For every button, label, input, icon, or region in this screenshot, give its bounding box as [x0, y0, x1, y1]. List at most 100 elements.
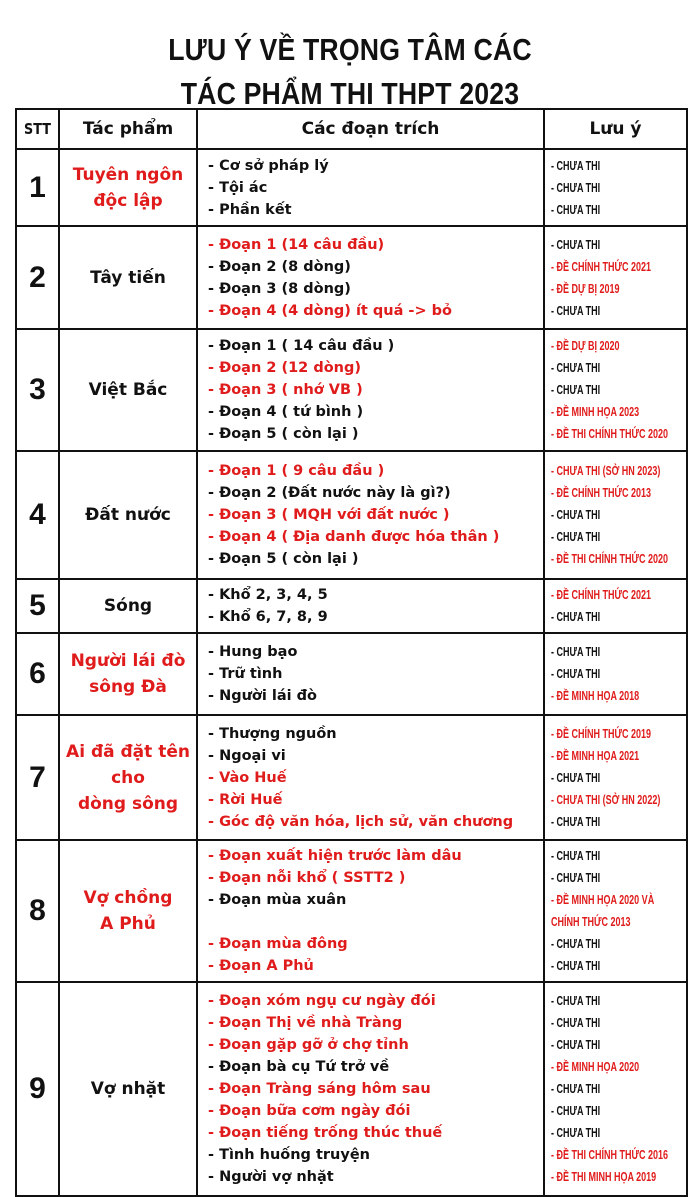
- excerpt-item: - Trữ tình: [208, 666, 283, 682]
- note-item: - ĐỀ CHÍNH THỨC 2019: [551, 726, 651, 741]
- excerpts-cell: - Cơ sở pháp lý - Tội ác - Phần kết: [196, 148, 545, 227]
- excerpt-item: - Thượng nguồn: [208, 725, 337, 742]
- notes-cell: - ĐỀ CHÍNH THỨC 2019 - ĐỀ MINH HỌA 2021 - …: [543, 714, 688, 841]
- notes-cell: - CHƯA THI (SỞ HN 2023) - ĐỀ CHÍNH THỨC 2…: [543, 450, 688, 580]
- excerpt-item: - Đoạn 5 ( còn lại ): [208, 551, 359, 567]
- table-row: 4 Đất nước - Đoạn 1 ( 9 câu đầu ) - Đoạn 2 …: [15, 450, 688, 580]
- note-item: - CHƯA THI: [551, 994, 601, 1008]
- work-title-line: Vợ chồng: [83, 888, 173, 908]
- excerpt-item: - Đoạn 2 (Đất nước này là gì?): [208, 485, 451, 501]
- note-item: - CHƯA THI: [551, 1038, 601, 1052]
- exam-focus-table: STT Tác phẩm Các đoạn trích Lưu ý 1 Tuyên…: [15, 108, 688, 1197]
- note-item: - ĐỀ THI MINH HỌA 2019: [551, 1170, 657, 1184]
- excerpts-cell: - Đoạn xóm ngụ cư ngày đói - Đoạn Thị về …: [196, 981, 545, 1197]
- excerpts-cell: - Đoạn xuất hiện trước làm dâu - Đoạn nỗi…: [196, 839, 545, 983]
- title-line-1: LƯU Ý VỀ TRỌNG TÂM CÁC: [168, 32, 532, 67]
- excerpt-item: - Khổ 6, 7, 8, 9: [208, 609, 328, 625]
- row-number: 5: [15, 578, 60, 634]
- note-item: - ĐỀ MINH HỌA 2023: [551, 405, 640, 419]
- work-title-line: sông Đà: [89, 677, 167, 697]
- excerpt-item: - Đoạn 5 ( còn lại ): [208, 426, 359, 442]
- excerpt-item: - Đoạn mùa xuân: [208, 892, 347, 908]
- note-item: - ĐỀ MINH HỌA 2018: [551, 689, 640, 703]
- row-number: 6: [15, 632, 60, 716]
- note-item: - ĐỀ CHÍNH THỨC 2021: [551, 259, 651, 274]
- note-item: - ĐỀ CHÍNH THỨC 2013: [551, 486, 651, 500]
- row-number: 7: [15, 714, 60, 841]
- note-item: - CHƯA THI: [551, 937, 601, 951]
- excerpt-item: - Đoạn nỗi khổ ( SSTT2 ): [208, 870, 406, 886]
- note-item: - CHƯA THI: [551, 871, 601, 885]
- notes-cell: - CHƯA THI - CHƯA THI - ĐỀ MINH HỌA 2020 V…: [543, 839, 688, 983]
- note-item: - CHƯA THI: [551, 180, 601, 195]
- note-item: - ĐỀ DỰ BỊ 2020: [551, 339, 620, 353]
- note-item: - CHƯA THI: [551, 610, 601, 624]
- note-item: - CHƯA THI (SỞ HN 2022): [551, 792, 661, 807]
- excerpt-item: - Đoạn gặp gỡ ở chợ tỉnh: [208, 1037, 409, 1053]
- note-item: - ĐỀ DỰ BỊ 2019: [551, 281, 620, 296]
- excerpt-item: - Đoạn 4 ( Địa danh được hóa thân ): [208, 529, 500, 545]
- excerpt-item: - Khổ 2, 3, 4, 5: [208, 587, 328, 603]
- excerpts-cell: - Đoạn 1 ( 14 câu đầu ) - Đoạn 2 (12 dòng…: [196, 328, 545, 452]
- excerpts-cell: - Thượng nguồn - Ngoại vi - Vào Huế - Rời H…: [196, 714, 545, 841]
- note-item: - CHƯA THI: [551, 158, 601, 173]
- work-title-line: độc lập: [93, 190, 163, 211]
- excerpts-cell: - Đoạn 1 ( 9 câu đầu ) - Đoạn 2 (Đất nước…: [196, 450, 545, 580]
- table-row: 2 Tây tiến - Đoạn 1 (14 câu đầu) - Đoạn 2 (…: [15, 225, 688, 330]
- note-item: - CHƯA THI: [551, 202, 601, 217]
- excerpt-item: - Góc độ văn hóa, lịch sử, văn chương: [208, 813, 514, 830]
- excerpt-item: - Tội ác: [208, 179, 268, 196]
- excerpt-item: - Cơ sở pháp lý: [208, 157, 329, 174]
- header-row: STT Tác phẩm Các đoạn trích Lưu ý: [16, 108, 688, 150]
- excerpt-item: - Đoạn 1 (14 câu đầu): [208, 236, 385, 253]
- note-item: - ĐỀ MINH HỌA 2020: [551, 1060, 640, 1074]
- excerpt-item: - Đoạn Tràng sáng hôm sau: [208, 1081, 431, 1097]
- excerpt-item: - Đoạn tiếng trống thúc thuế: [208, 1125, 443, 1141]
- excerpt-item: - Người lái đò: [208, 688, 317, 704]
- excerpt-item: - Đoạn 3 (8 dòng): [208, 280, 351, 297]
- excerpt-item: - Đoạn Thị về nhà Tràng: [208, 1015, 403, 1031]
- excerpt-item: - Đoạn 4 ( tứ bình ): [208, 404, 364, 420]
- notes-cell: - CHƯA THI - CHƯA THI - CHƯA THI: [543, 148, 688, 227]
- note-item: - CHƯA THI: [551, 849, 601, 863]
- note-item: - CHƯA THI: [551, 508, 601, 522]
- row-number: 1: [15, 148, 60, 227]
- header-work: Tác phẩm: [58, 108, 198, 150]
- work-title-line: Việt Bắc: [88, 380, 168, 400]
- work-title-line: Vợ nhặt: [90, 1079, 166, 1099]
- excerpt-item: - Đoạn 4 (4 dòng) ít quá -> bỏ: [208, 302, 452, 319]
- excerpts-cell: - Đoạn 1 (14 câu đầu) - Đoạn 2 (8 dòng) - …: [196, 225, 545, 330]
- note-item: - CHƯA THI: [551, 1104, 601, 1118]
- row-number: 8: [15, 839, 60, 983]
- work-title-line: Đất nước: [85, 505, 171, 525]
- note-item: - ĐỀ MINH HỌA 2020 VÀ: [551, 893, 655, 907]
- note-item: - CHƯA THI: [551, 814, 601, 829]
- excerpt-item: - Rời Huế: [208, 791, 283, 808]
- header-excerpts: Các đoạn trích: [196, 108, 545, 150]
- work-title-line: Tây tiến: [90, 267, 166, 288]
- work-title: Sóng: [58, 578, 198, 634]
- note-item: - ĐỀ MINH HỌA 2021: [551, 748, 640, 763]
- work-title-line: Sóng: [103, 596, 153, 616]
- table-row: 8 Vợ chồng A Phủ - Đoạn xuất hiện trước làm…: [15, 839, 688, 983]
- note-item: - CHƯA THI: [551, 667, 601, 681]
- table-row: 1 Tuyên ngôn độc lập - Cơ sở pháp lý - Tội á…: [15, 148, 688, 227]
- work-title: Việt Bắc: [58, 328, 198, 452]
- row-number: 3: [15, 328, 60, 452]
- note-item: CHÍNH THỨC 2013: [551, 915, 631, 929]
- work-title-line: dòng sông: [77, 793, 179, 814]
- work-title: Người lái đò sông Đà: [58, 632, 198, 716]
- excerpt-item: - Đoạn 1 ( 14 câu đầu ): [208, 338, 395, 354]
- excerpt-item: - Đoạn A Phủ: [208, 958, 314, 974]
- row-number: 9: [15, 981, 60, 1197]
- excerpt-item: - Phần kết: [208, 201, 292, 218]
- work-title-line: Tuyên ngôn: [72, 164, 184, 185]
- excerpt-item: - Đoạn 3 ( MQH với đất nước ): [208, 507, 450, 523]
- work-title: Tây tiến: [58, 225, 198, 330]
- note-item: - ĐỀ CHÍNH THỨC 2021: [551, 588, 651, 602]
- note-item: - CHƯA THI: [551, 303, 601, 318]
- excerpt-item: - Đoạn xuất hiện trước làm dâu: [208, 848, 462, 864]
- excerpt-item: - Đoạn 2 (12 dòng): [208, 360, 361, 376]
- excerpt-item: - Đoạn 2 (8 dòng): [208, 258, 351, 275]
- excerpt-item: - Đoạn mùa đông: [208, 936, 348, 952]
